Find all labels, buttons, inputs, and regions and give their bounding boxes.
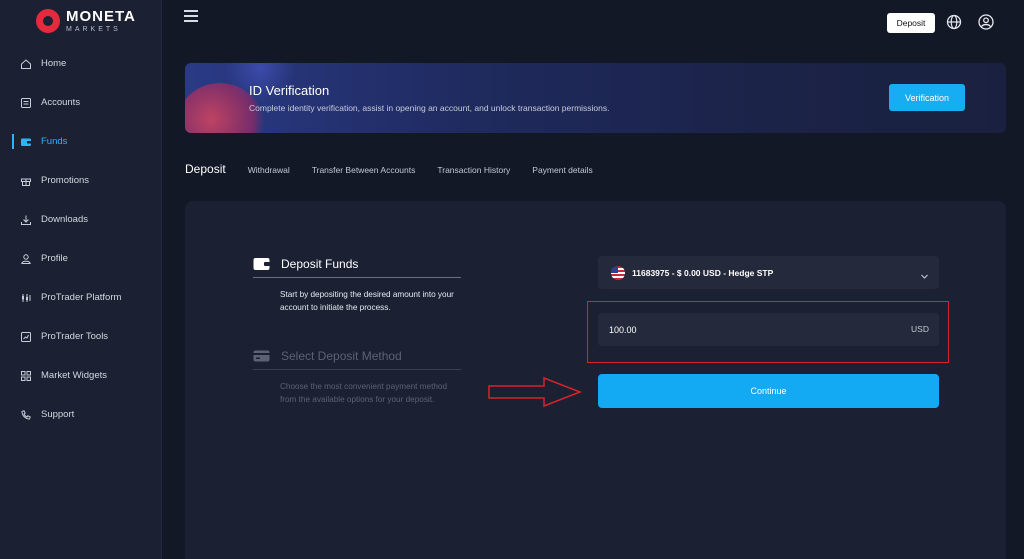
sidebar-item-label: Profile [41, 253, 68, 264]
sidebar-item-downloads[interactable]: Downloads [0, 200, 162, 239]
tab-transfer-between-accounts[interactable]: Transfer Between Accounts [312, 165, 416, 175]
sidebar-item-label: ProTrader Platform [41, 292, 122, 303]
step-description: Start by depositing the desired amount i… [280, 290, 454, 312]
banner-description: Complete identity verification, assist i… [249, 103, 610, 113]
tab-payment-details[interactable]: Payment details [532, 165, 592, 175]
verification-button[interactable]: Verification [889, 84, 965, 111]
sidebar-item-market-widgets[interactable]: Market Widgets [0, 356, 162, 395]
sidebar-item-promotions[interactable]: Promotions [0, 161, 162, 200]
annotation-arrow-icon [488, 376, 583, 408]
step-description: Choose the most convenient payment metho… [280, 382, 448, 404]
sidebar-item-home[interactable]: Home [0, 44, 162, 83]
funds-tabs: Deposit Withdrawal Transfer Between Acco… [185, 162, 615, 176]
gift-icon [20, 175, 32, 187]
id-verification-banner: ID Verification Complete identity verifi… [185, 63, 1006, 133]
sidebar-nav: Home Accounts Funds Promotions Downloads [0, 44, 162, 434]
sidebar-item-profile[interactable]: Profile [0, 239, 162, 278]
sidebar: MONETA MARKETS Home Accounts Funds Promo… [0, 0, 162, 559]
sidebar-item-protrader-platform[interactable]: ProTrader Platform [0, 278, 162, 317]
brand-sub: MARKETS [66, 26, 121, 33]
brand-name: MONETA [66, 8, 136, 25]
continue-button[interactable]: Continue [598, 374, 939, 408]
step-title: Deposit Funds [281, 257, 359, 271]
sidebar-item-label: Market Widgets [41, 370, 107, 381]
banner-title: ID Verification [249, 83, 330, 98]
sidebar-item-support[interactable]: Support [0, 395, 162, 434]
globe-icon[interactable] [946, 14, 962, 30]
sidebar-item-label: Home [41, 58, 67, 69]
account-selected-value: 11683975 - $ 0.00 USD - Hedge STP [632, 267, 774, 278]
sidebar-item-label: Accounts [41, 97, 81, 108]
sidebar-item-label: Support [41, 409, 75, 420]
sidebar-item-protrader-tools[interactable]: ProTrader Tools [0, 317, 162, 356]
tab-withdrawal[interactable]: Withdrawal [248, 165, 290, 175]
download-icon [20, 214, 32, 226]
us-flag-icon [611, 265, 625, 280]
amount-field: USD [598, 313, 939, 346]
sidebar-item-accounts[interactable]: Accounts [0, 83, 162, 122]
currency-label: USD [911, 324, 929, 334]
menu-toggle-icon[interactable] [184, 10, 198, 22]
step-title: Select Deposit Method [281, 349, 402, 363]
account-select[interactable]: 11683975 - $ 0.00 USD - Hedge STP [598, 256, 939, 289]
brand-logo[interactable]: MONETA MARKETS [36, 9, 136, 33]
chevron-down-icon [920, 268, 929, 279]
platform-icon [20, 292, 32, 304]
home-icon [20, 58, 32, 70]
step-select-deposit-method: Select Deposit Method Choose the most co… [253, 349, 461, 406]
grid-icon [20, 370, 32, 382]
sidebar-item-label: Promotions [41, 175, 90, 186]
chart-icon [20, 331, 32, 343]
step-deposit-funds: Deposit Funds Start by depositing the de… [253, 257, 461, 314]
tab-deposit[interactable]: Deposit [185, 162, 226, 176]
sidebar-item-label: Downloads [41, 214, 88, 225]
wallet-icon [20, 136, 32, 148]
top-deposit-button[interactable]: Deposit [887, 13, 935, 33]
wallet-icon [253, 257, 271, 271]
accounts-icon [20, 97, 32, 109]
phone-icon [20, 409, 32, 421]
user-icon [20, 253, 32, 265]
logo-icon [36, 9, 60, 33]
sidebar-item-label: Funds [41, 136, 68, 147]
sidebar-item-label: ProTrader Tools [41, 331, 109, 342]
sidebar-item-funds[interactable]: Funds [0, 122, 162, 161]
tab-transaction-history[interactable]: Transaction History [437, 165, 510, 175]
card-icon [253, 349, 271, 363]
amount-input[interactable] [609, 313, 869, 346]
account-avatar-icon[interactable] [978, 14, 994, 30]
